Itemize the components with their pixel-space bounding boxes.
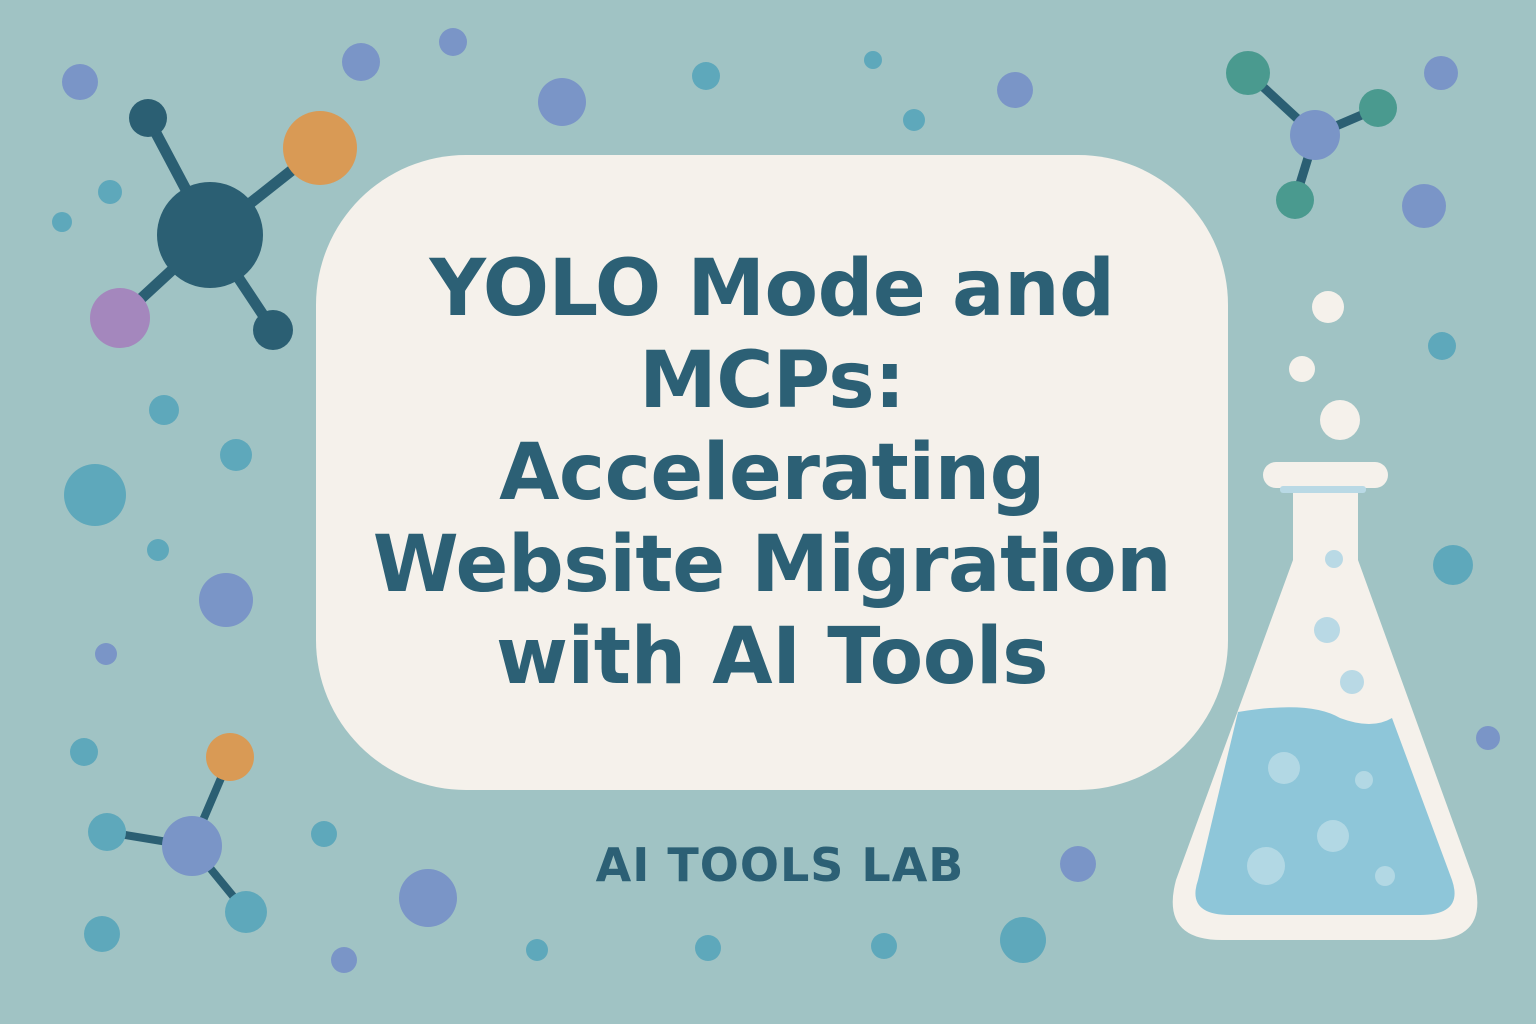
headline-line-4: Website Migration	[372, 519, 1172, 610]
bubble-icon	[1320, 400, 1360, 440]
molecule-icon	[1226, 51, 1397, 219]
molecule-icon	[88, 733, 267, 933]
title-card: YOLO Mode and MCPs: Accelerating Website…	[316, 155, 1228, 790]
headline-line-5: with AI Tools	[496, 611, 1049, 702]
headline: YOLO Mode and MCPs: Accelerating Website…	[372, 243, 1172, 703]
bubble-icon	[1289, 356, 1315, 382]
brand-label: AI TOOLS LAB	[595, 838, 965, 892]
headline-line-2: MCPs:	[639, 335, 905, 426]
headline-line-1: YOLO Mode and	[429, 243, 1116, 334]
bubble-icon	[1312, 291, 1344, 323]
cover-illustration: YOLO Mode and MCPs: Accelerating Website…	[0, 0, 1536, 1024]
headline-line-3: Accelerating	[499, 427, 1045, 518]
